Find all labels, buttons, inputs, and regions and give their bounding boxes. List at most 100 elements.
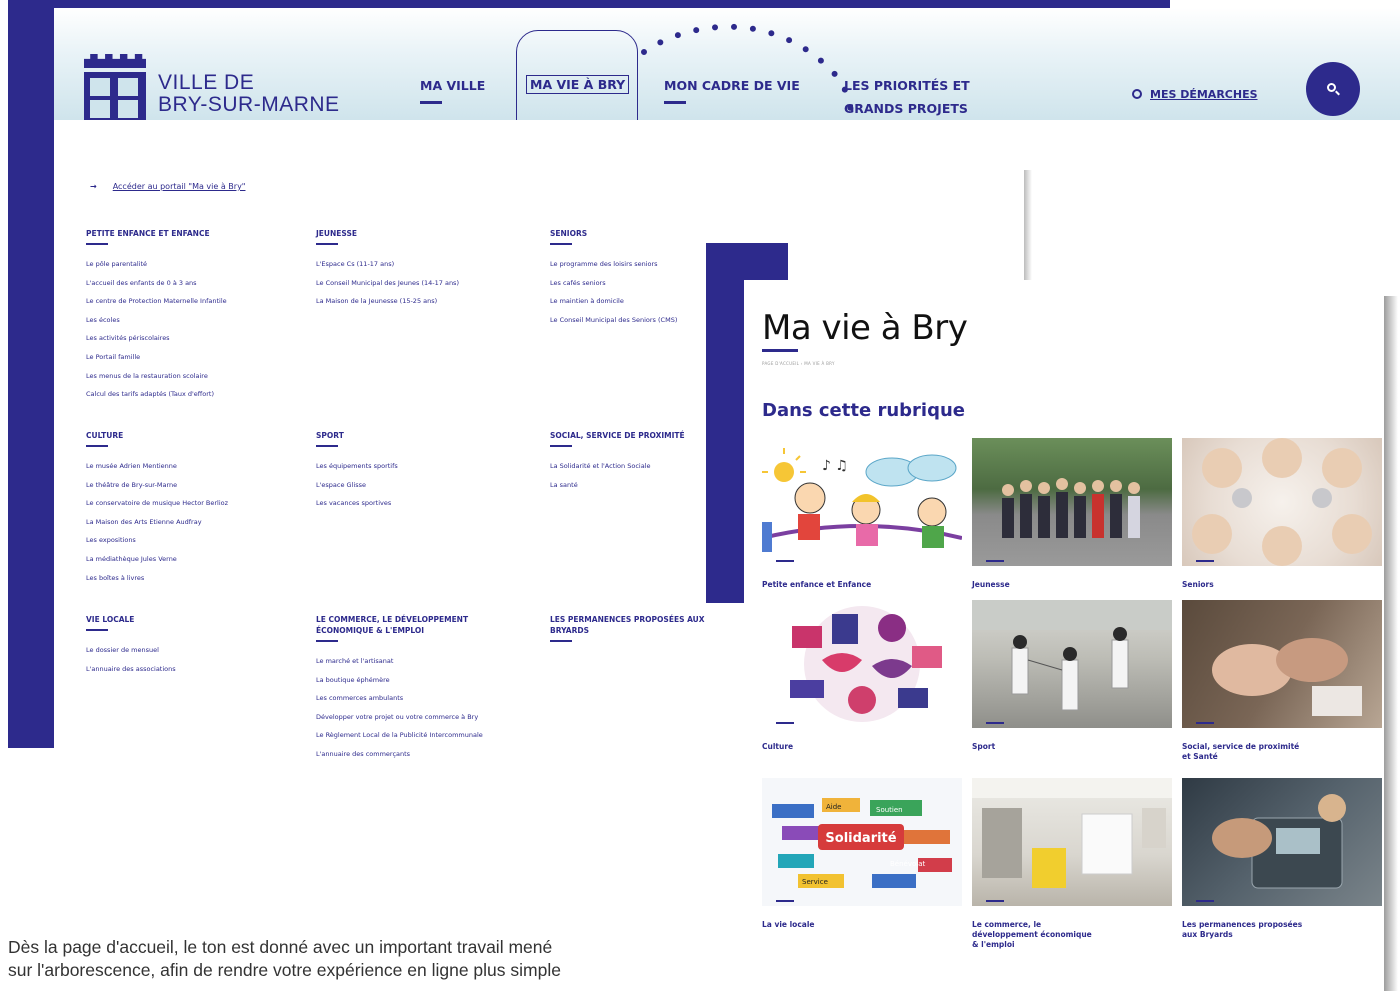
word-service: Service (802, 878, 828, 886)
title-line: LES PERMANENCES PROPOSÉES AUX (550, 615, 705, 624)
word-benevolat: Bénévolat (890, 860, 926, 868)
nav-ma-ville[interactable]: MA VILLE (420, 78, 485, 104)
tile-commerce[interactable]: Le commerce, le développement économique &… (972, 778, 1172, 950)
menu-link[interactable]: La Solidarité et l'Action Sociale (550, 457, 685, 476)
tile-label: Culture (762, 742, 794, 751)
tile-permanences[interactable]: Les permanences proposées aux Bryards (1182, 778, 1382, 940)
menu-link[interactable]: L'accueil des enfants de 0 à 3 ans (86, 274, 227, 293)
label-line: Les permanences proposées (1182, 920, 1303, 929)
city-logo-icon[interactable] (80, 54, 150, 120)
menu-link[interactable]: Le dossier de mensuel (86, 641, 176, 660)
tile-seniors[interactable]: Seniors (1182, 438, 1382, 590)
menu-link[interactable]: Développer votre projet ou votre commerc… (316, 708, 483, 727)
menu-column-title[interactable]: SOCIAL, SERVICE DE PROXIMITÉ (550, 430, 685, 447)
children-drawing-image: ♪ ♫ (762, 438, 962, 566)
menu-column-title[interactable]: SENIORS (550, 228, 677, 245)
arrow-right-icon: → (90, 182, 97, 191)
tile-label: Jeunesse (972, 580, 1010, 589)
tile-label: Petite enfance et Enfance (762, 580, 872, 589)
menu-column-title[interactable]: SPORT (316, 430, 398, 447)
menu-link[interactable]: Calcul des tarifs adaptés (Taux d'effort… (86, 385, 227, 404)
seniors-circle-photo (1182, 438, 1382, 566)
mes-demarches-link[interactable]: MES DÉMARCHES (1132, 88, 1258, 101)
menu-link[interactable]: Les menus de la restauration scolaire (86, 367, 227, 386)
menu-link[interactable]: Le Conseil Municipal des Seniors (CMS) (550, 311, 677, 330)
shop-interior-photo (972, 778, 1172, 906)
menu-link[interactable]: Le programme des loisirs seniors (550, 255, 677, 274)
menu-link[interactable]: Le pôle parentalité (86, 255, 227, 274)
tile-jeunesse[interactable]: Jeunesse (972, 438, 1172, 590)
city-name[interactable]: VILLE DE BRY-SUR-MARNE (158, 72, 340, 116)
menu-link[interactable]: Le Conseil Municipal des Jeunes (14-17 a… (316, 274, 459, 293)
menu-link[interactable]: Le Portail famille (86, 348, 227, 367)
accent-bar-left (8, 0, 54, 748)
menu-link[interactable]: Le musée Adrien Mentienne (86, 457, 228, 476)
menu-link[interactable]: La santé (550, 476, 685, 495)
city-name-line1: VILLE DE (158, 71, 255, 94)
menu-link[interactable]: Les équipements sportifs (316, 457, 398, 476)
demarches-icon (1132, 89, 1142, 99)
tile-label: La vie locale (762, 920, 815, 929)
label-line: développement économique (972, 930, 1092, 939)
menu-link[interactable]: L'espace Glisse (316, 476, 398, 495)
menu-link[interactable]: La médiathèque Jules Verne (86, 550, 228, 569)
fencing-photo (972, 600, 1172, 728)
menu-link[interactable]: Le théâtre de Bry-sur-Marne (86, 476, 228, 495)
title-line: ÉCONOMIQUE & L'EMPLOI (316, 626, 425, 635)
portal-link-label: Accéder au portail "Ma vie à Bry" (112, 182, 246, 191)
label-line: aux Bryards (1182, 930, 1233, 939)
menu-link[interactable]: Les vacances sportives (316, 494, 398, 513)
menu-link[interactable]: Le centre de Protection Maternelle Infan… (86, 292, 227, 311)
menu-column-petite-enfance: PETITE ENFANCE ET ENFANCE Le pôle parent… (86, 228, 227, 404)
menu-link[interactable]: Le marché et l'artisanat (316, 652, 483, 671)
menu-link[interactable]: L'annuaire des commerçants (316, 745, 483, 764)
menu-link[interactable]: Le Règlement Local de la Publicité Inter… (316, 726, 483, 745)
social-care-photo (1182, 600, 1382, 728)
tile-social[interactable]: Social, service de proximité et Santé (1182, 600, 1382, 762)
telephone-photo (1182, 778, 1382, 906)
label-line: Social, service de proximité (1182, 742, 1300, 751)
menu-link[interactable]: Le conservatoire de musique Hector Berli… (86, 494, 228, 513)
menu-column-social: SOCIAL, SERVICE DE PROXIMITÉ La Solidari… (550, 430, 685, 494)
menu-link[interactable]: Les commerces ambulants (316, 689, 483, 708)
city-name-line2: BRY-SUR-MARNE (158, 93, 340, 116)
title-line: LE COMMERCE, LE DÉVELOPPEMENT (316, 615, 469, 624)
menu-link[interactable]: L'annuaire des associations (86, 660, 176, 679)
portal-link[interactable]: → Accéder au portail "Ma vie à Bry" (90, 182, 245, 191)
menu-link[interactable]: La boutique éphémère (316, 671, 483, 690)
tile-petite-enfance[interactable]: ♪ ♫ Petite enfance et Enfance (762, 438, 962, 590)
menu-column-vie-locale: VIE LOCALE Le dossier de mensuel L'annua… (86, 614, 176, 678)
intro-line: Dès la page d'accueil, le ton est donné … (8, 937, 553, 957)
tile-culture[interactable]: Culture (762, 600, 962, 752)
menu-link[interactable]: Les écoles (86, 311, 227, 330)
tile-vie-locale[interactable]: Solidarité Bénévolat Service Soutien Aid… (762, 778, 962, 930)
menu-link[interactable]: Les cafés seniors (550, 274, 677, 293)
breadcrumb[interactable]: PAGE D'ACCUEIL › MA VIE À BRY (762, 361, 835, 366)
menu-column-title[interactable]: LE COMMERCE, LE DÉVELOPPEMENT ÉCONOMIQUE … (316, 614, 483, 642)
label-line: & l'emploi (972, 940, 1015, 949)
solidarity-words-image: Solidarité Bénévolat Service Soutien Aid… (762, 778, 962, 906)
svg-text:♪ ♫: ♪ ♫ (822, 458, 848, 474)
tile-sport[interactable]: Sport (972, 600, 1172, 752)
tile-label: Seniors (1182, 580, 1214, 589)
menu-link[interactable]: L'Espace Cs (11-17 ans) (316, 255, 459, 274)
menu-link[interactable]: Le maintien à domicile (550, 292, 677, 311)
title-underline (762, 349, 798, 352)
menu-column-title[interactable]: CULTURE (86, 430, 228, 447)
page-shadow (1384, 296, 1398, 991)
menu-column-title[interactable]: PETITE ENFANCE ET ENFANCE (86, 228, 227, 245)
menu-column-title[interactable]: LES PERMANENCES PROPOSÉES AUX BRYARDS (550, 614, 705, 642)
menu-link[interactable]: La Maison de la Jeunesse (15-25 ans) (316, 292, 459, 311)
intro-line: sur l'arborescence, afin de rendre votre… (8, 960, 561, 980)
nav-label: MA VILLE (420, 78, 486, 93)
search-button[interactable] (1306, 62, 1360, 116)
menu-link[interactable]: Les boîtes à livres (86, 569, 228, 588)
menu-link[interactable]: Les expositions (86, 531, 228, 550)
menu-column-jeunesse: JEUNESSE L'Espace Cs (11-17 ans) Le Cons… (316, 228, 459, 311)
menu-link[interactable]: Les activités périscolaires (86, 329, 227, 348)
word-aide: Aide (826, 803, 841, 811)
menu-column-title[interactable]: JEUNESSE (316, 228, 459, 245)
menu-link[interactable]: La Maison des Arts Etienne Audfray (86, 513, 228, 532)
menu-column-title[interactable]: VIE LOCALE (86, 614, 176, 631)
tile-label: Social, service de proximité et Santé (1182, 742, 1382, 762)
